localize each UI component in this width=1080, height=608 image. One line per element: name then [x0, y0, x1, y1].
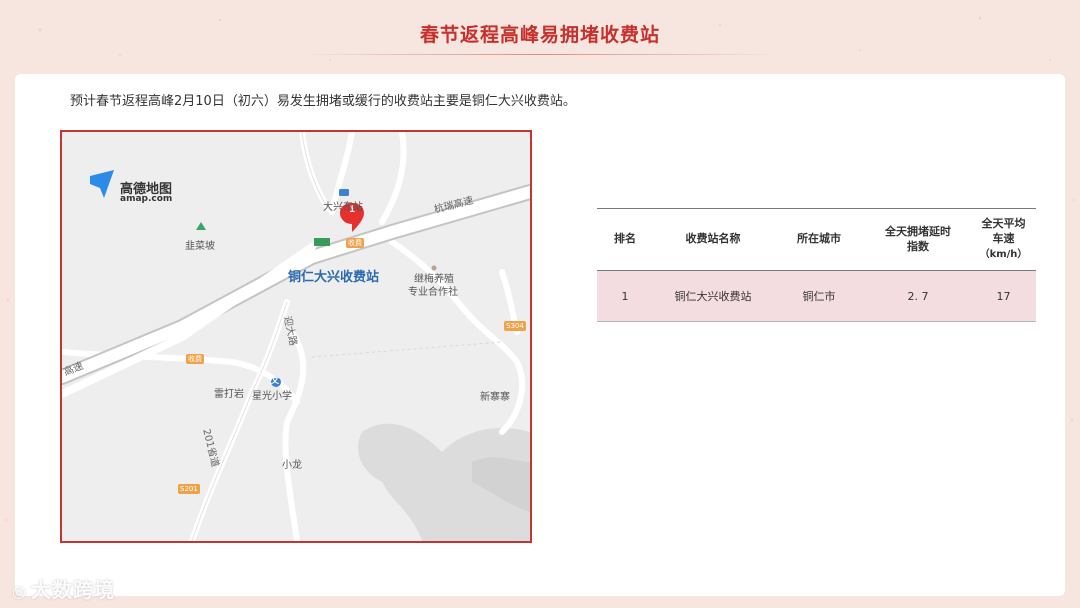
header-congestion-index-line2: 指数	[907, 239, 929, 253]
header-station-name: 收费站名称	[685, 232, 741, 246]
title-divider	[300, 54, 780, 55]
slide-title: 春节返程高峰易拥堵收费站	[419, 24, 660, 46]
mountain-icon	[196, 222, 206, 230]
map-label-xinshezhai: 新寨寨	[480, 392, 510, 403]
map-label-jiucaipo: 韭菜坡	[185, 241, 215, 252]
intro-text: 预计春节返程高峰2月10日（初六）易发生拥堵或缓行的收费站主要是铜仁大兴收费站。	[70, 94, 576, 109]
cell-city: 铜仁市	[773, 270, 865, 322]
header-congestion-index: 全天拥堵延时 指数	[865, 209, 971, 271]
road-shield-s201: S201	[178, 484, 200, 494]
map-label-xiaolong: 小龙	[282, 460, 302, 471]
map-label-leidazhai: 雷打岩	[214, 389, 244, 400]
map-label-xingguang-school: 星光小学	[252, 391, 292, 402]
toll-badge-main: 收费	[346, 238, 364, 248]
cell-rank: 1	[597, 270, 653, 322]
map-label-toll-station: 铜仁大兴收费站	[288, 270, 380, 285]
cell-average-speed: 17	[971, 270, 1036, 322]
header-average-speed: 全天平均 车速 （km/h）	[971, 209, 1036, 271]
map-label-cooperative-2: 专业合作社	[408, 287, 458, 298]
header-congestion-index-line1: 全天拥堵延时	[885, 224, 951, 238]
cell-station-name: 铜仁大兴收费站	[653, 270, 773, 322]
school-icon-glyph: 文	[271, 376, 279, 385]
watermark-logo-icon: ◎	[12, 582, 27, 601]
header-rank: 排名	[614, 232, 636, 246]
watermark-text: 大数跨境	[30, 578, 115, 602]
table-row: 1 铜仁大兴收费站 铜仁市 2. 7 17	[597, 270, 1036, 322]
header-speed-line1: 全天平均	[981, 217, 1026, 231]
map-label-cooperative-1: 继梅养殖	[414, 274, 454, 285]
header-speed-line3: （km/h）	[979, 248, 1028, 260]
header-city: 所在城市	[797, 232, 841, 246]
toll-station-table: 排名 收费站名称 所在城市 全天拥堵延时 指数 全天平均 车速 （km/h） 1…	[597, 208, 1036, 322]
map-view[interactable]: 高德地图 amap.com 1 铜仁大兴收费站 大兴东站 杭瑞高速 高速 韭菜坡…	[60, 130, 532, 543]
toll-badge-left: 收费	[186, 354, 204, 364]
road-shield-right: S304	[504, 321, 526, 331]
station-icon	[339, 189, 349, 196]
amap-logo-icon	[90, 170, 114, 198]
poi-dot	[431, 265, 437, 271]
watermark: ◎ 大数跨境	[12, 574, 115, 603]
map-label-daxing-station: 大兴东站	[323, 202, 363, 213]
header-speed-line2: 车速	[992, 232, 1015, 246]
toll-gate-icon	[314, 238, 330, 246]
amap-domain-text: amap.com	[120, 194, 173, 204]
table-header-row: 排名 收费站名称 所在城市 全天拥堵延时 指数 全天平均 车速 （km/h）	[597, 208, 1036, 271]
cell-congestion-index: 2. 7	[865, 270, 971, 322]
boundary-line	[311, 341, 503, 358]
